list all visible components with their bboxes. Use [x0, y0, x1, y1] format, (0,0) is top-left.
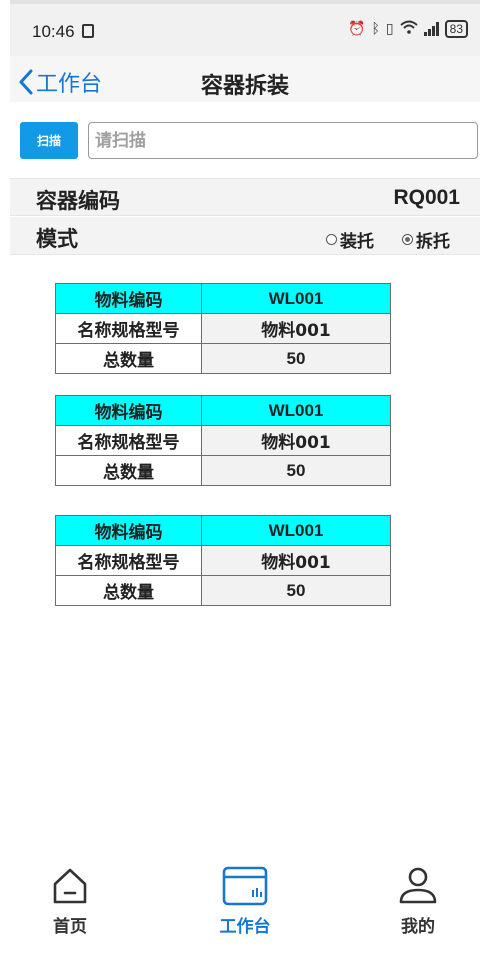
material-name-value: 物料001	[201, 425, 391, 456]
container-code-label: 容器编码	[36, 189, 120, 213]
material-table: 物料编码 WL001 名称规格型号 物料001 总数量 50	[55, 515, 391, 606]
workbench-icon	[185, 862, 305, 906]
material-table: 物料编码 WL001 名称规格型号 物料001 总数量 50	[55, 395, 391, 486]
status-time: 10:46	[32, 22, 75, 41]
material-name-label: 名称规格型号	[55, 425, 202, 456]
material-code-value: WL001	[201, 395, 391, 426]
radio-icon	[326, 234, 337, 245]
scan-button[interactable]: 扫描	[20, 122, 78, 159]
vibrate-icon: ▯	[385, 21, 394, 37]
tab-label: 首页	[53, 917, 87, 937]
nfc-icon	[82, 24, 94, 38]
status-icons: ⏰ ᛒ ▯ 83	[348, 20, 468, 38]
bottom-tab-bar: 首页 工作台 我的	[10, 852, 480, 959]
tab-label: 我的	[401, 917, 435, 937]
table-row: 总数量 50	[55, 575, 391, 606]
material-code-label: 物料编码	[55, 395, 202, 426]
table-row: 物料编码 WL001	[55, 283, 391, 314]
mode-option-label: 拆托	[416, 232, 450, 252]
mode-options: 装托 拆托	[326, 227, 450, 252]
material-qty-label: 总数量	[55, 455, 202, 486]
table-row: 名称规格型号 物料001	[55, 425, 391, 456]
battery-icon: 83	[444, 20, 468, 38]
tab-workbench[interactable]: 工作台	[185, 862, 305, 937]
alarm-icon: ⏰	[348, 21, 366, 37]
material-qty-value: 50	[201, 575, 391, 606]
container-code-row: 容器编码 RQ001	[10, 178, 480, 216]
scan-input[interactable]	[88, 122, 478, 159]
page-title: 容器拆装	[200, 74, 289, 99]
material-name-label: 名称规格型号	[55, 313, 202, 344]
signal-icon	[423, 22, 439, 36]
material-code-value: WL001	[201, 515, 391, 546]
radio-selected-icon	[402, 234, 413, 245]
mode-label: 模式	[36, 227, 78, 251]
material-table: 物料编码 WL001 名称规格型号 物料001 总数量 50	[55, 283, 391, 374]
app-content: 10:46 ⏰ ᛒ ▯ 83 工作台 容器拆装 扫描 容器编码 RQ001	[10, 0, 480, 959]
container-code-value: RQ001	[393, 186, 460, 209]
status-bar: 10:46 ⏰ ᛒ ▯ 83	[10, 0, 480, 56]
app-screen: 10:46 ⏰ ᛒ ▯ 83 工作台 容器拆装 扫描 容器编码 RQ001	[0, 0, 480, 959]
table-row: 物料编码 WL001	[55, 515, 391, 546]
nav-bar: 工作台 容器拆装	[10, 56, 480, 102]
home-icon	[10, 862, 130, 906]
material-name-value: 物料001	[201, 545, 391, 576]
material-code-label: 物料编码	[55, 515, 202, 546]
tab-label: 工作台	[219, 917, 271, 937]
material-name-label: 名称规格型号	[55, 545, 202, 576]
material-qty-value: 50	[201, 455, 391, 486]
material-code-value: WL001	[201, 283, 391, 314]
table-row: 名称规格型号 物料001	[55, 545, 391, 576]
mode-row: 模式 装托 拆托	[10, 217, 480, 255]
material-code-label: 物料编码	[55, 283, 202, 314]
mode-option-pack[interactable]: 装托	[326, 227, 374, 252]
user-icon	[358, 862, 478, 906]
material-qty-label: 总数量	[55, 343, 202, 374]
tab-home[interactable]: 首页	[10, 862, 130, 937]
table-row: 名称规格型号 物料001	[55, 313, 391, 344]
table-row: 总数量 50	[55, 455, 391, 486]
tab-profile[interactable]: 我的	[358, 862, 478, 937]
mode-option-label: 装托	[340, 232, 374, 252]
table-row: 总数量 50	[55, 343, 391, 374]
material-qty-label: 总数量	[55, 575, 202, 606]
bluetooth-icon: ᛒ	[371, 21, 380, 37]
wifi-icon	[399, 20, 418, 38]
mode-option-unpack[interactable]: 拆托	[402, 227, 450, 252]
table-row: 物料编码 WL001	[55, 395, 391, 426]
material-qty-value: 50	[201, 343, 391, 374]
material-name-value: 物料001	[201, 313, 391, 344]
